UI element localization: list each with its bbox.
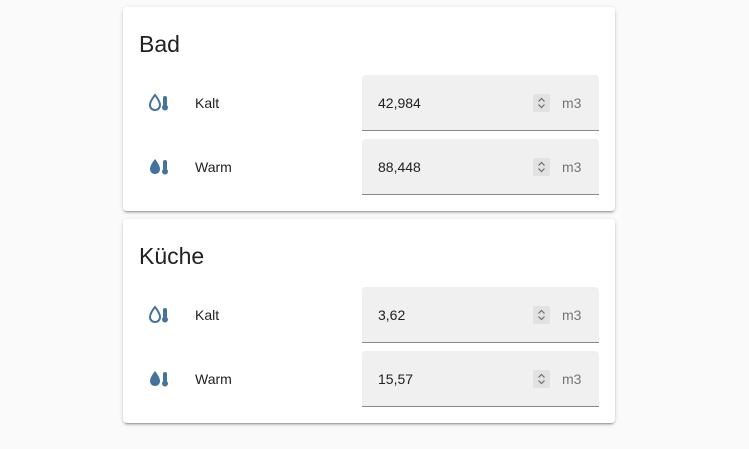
spinner-control[interactable] <box>533 94 550 112</box>
row-label: Kalt <box>195 95 220 111</box>
value-field[interactable]: m3 <box>362 351 599 407</box>
entity-row-warm: Warm m3 <box>123 139 615 195</box>
card-title: Bad <box>139 31 180 57</box>
entity-row-kalt: Kalt m3 <box>123 287 615 343</box>
value-field[interactable]: m3 <box>362 75 599 131</box>
value-input[interactable] <box>378 306 518 324</box>
unit-label: m3 <box>562 371 582 387</box>
spinner-control[interactable] <box>533 306 550 324</box>
card-kueche: Küche Kalt m3 <box>123 219 615 423</box>
water-thermometer-outline-icon[interactable] <box>147 93 171 113</box>
spinner-control[interactable] <box>533 158 550 176</box>
entity-row-kalt: Kalt m3 <box>123 75 615 131</box>
card-title: Küche <box>139 243 205 269</box>
entity-row-warm: Warm m3 <box>123 351 615 407</box>
water-thermometer-icon[interactable] <box>147 369 171 389</box>
unit-label: m3 <box>562 95 582 111</box>
row-label: Kalt <box>195 307 220 323</box>
value-field[interactable]: m3 <box>362 287 599 343</box>
water-thermometer-icon[interactable] <box>147 157 171 177</box>
value-input[interactable] <box>378 370 518 388</box>
unit-label: m3 <box>562 159 582 175</box>
value-field[interactable]: m3 <box>362 139 599 195</box>
row-label: Warm <box>195 371 232 387</box>
value-input[interactable] <box>378 94 518 112</box>
card-bad: Bad Kalt m3 <box>123 7 615 211</box>
spinner-control[interactable] <box>533 370 550 388</box>
unit-label: m3 <box>562 307 582 323</box>
row-label: Warm <box>195 159 232 175</box>
value-input[interactable] <box>378 158 518 176</box>
water-thermometer-outline-icon[interactable] <box>147 305 171 325</box>
